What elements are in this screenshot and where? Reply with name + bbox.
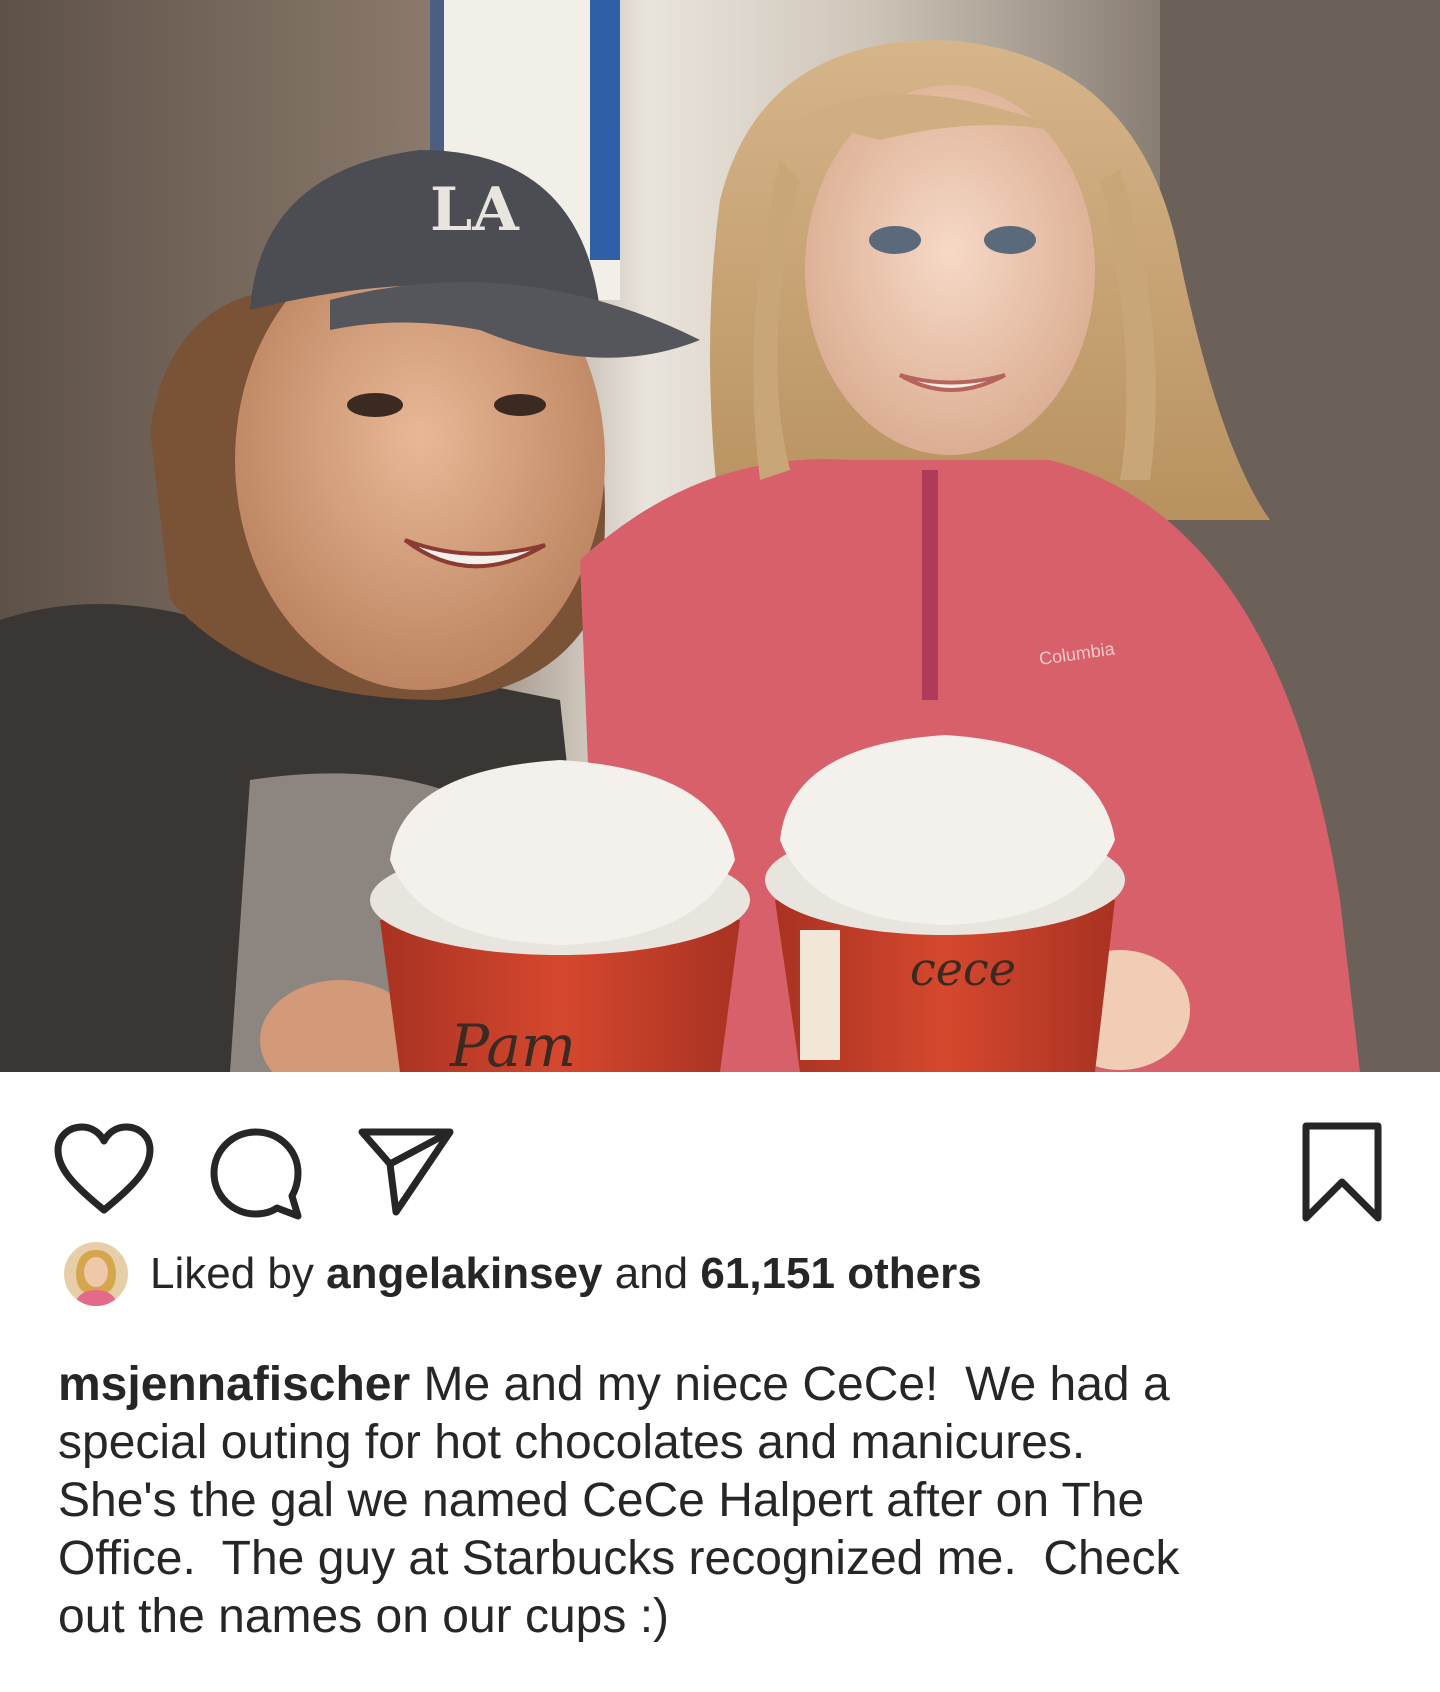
liker-username[interactable]: angelakinsey [326,1249,602,1299]
paper-plane-icon[interactable] [356,1124,456,1218]
post-caption: msjennafischer Me and my niece CeCe! We … [58,1356,1398,1646]
post-photo[interactable]: LA Columbia Pam cece [0,0,1440,1072]
cap-logo-text: LA [430,175,520,245]
caption-username[interactable]: msjennafischer [58,1358,410,1411]
caption-line: out the names on our cups :) [58,1590,670,1643]
caption-line: Office. The guy at Starbucks recognized … [58,1532,1180,1585]
caption-line: special outing for hot chocolates and ma… [58,1416,1086,1469]
likes-summary: Liked by angelakinsey and 61,151 others [64,1238,982,1310]
likes-prefix: Liked by [150,1249,314,1298]
heart-outline-icon[interactable] [52,1122,156,1218]
bookmark-outline-icon[interactable] [1300,1120,1384,1224]
likes-connector: and [614,1249,689,1298]
caption-line: msjennafischer Me and my niece CeCe! We … [58,1356,1398,1414]
cup-left-name: Pam [449,1012,576,1072]
likes-count-link[interactable]: 61,151 others [700,1249,981,1299]
caption-line: She's the gal we named CeCe Halpert afte… [58,1474,1145,1527]
liker-avatar[interactable] [64,1242,128,1306]
comment-bubble-icon[interactable] [206,1124,306,1224]
caption-text: Me and my niece CeCe! We had a [410,1358,1170,1411]
post-action-bar [0,1072,1440,1232]
cup-right-name: cece [910,942,1016,996]
